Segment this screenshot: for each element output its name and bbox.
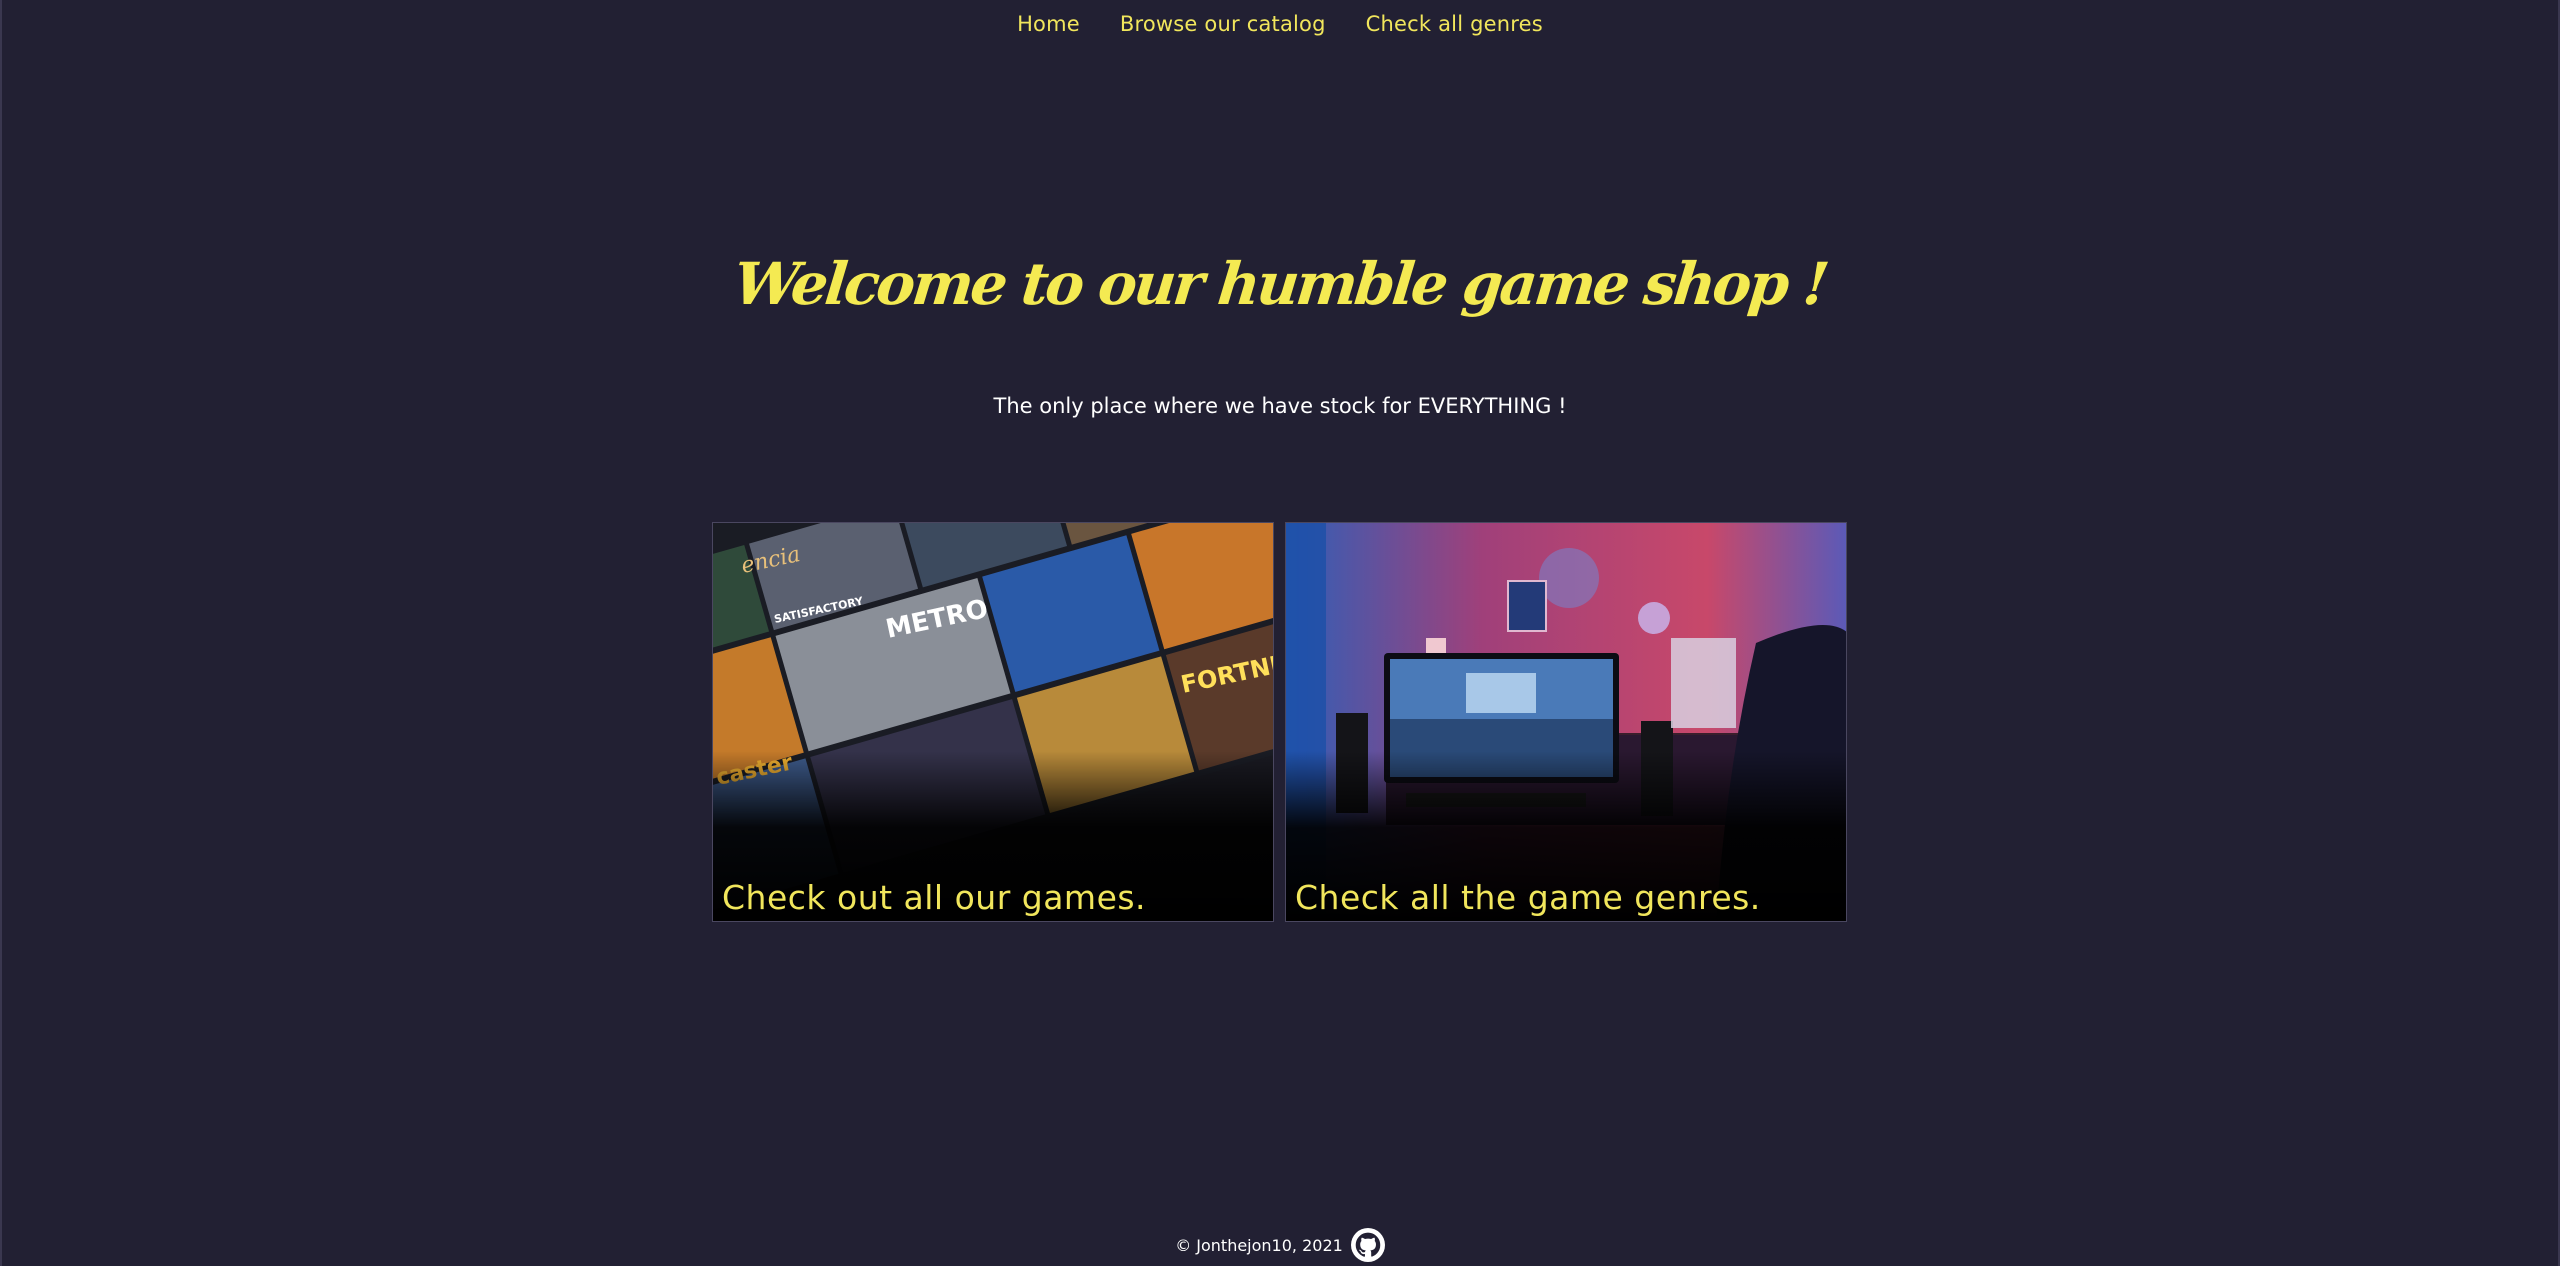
- frame-border-left: [0, 0, 2, 1266]
- copyright-text: © Jonthejon10, 2021: [1175, 1235, 1343, 1255]
- nav-check-genres-link[interactable]: Check all genres: [1366, 8, 1543, 40]
- genres-card-caption: Check all the game genres.: [1295, 878, 1761, 917]
- page-title: Welcome to our humble game shop !: [730, 250, 1830, 318]
- github-icon: [1350, 1228, 1385, 1262]
- games-card[interactable]: encia METRO SATISFACTORY FORTNITE caster…: [712, 522, 1274, 922]
- github-link[interactable]: [1350, 1228, 1385, 1262]
- genres-card[interactable]: Check all the game genres.: [1285, 522, 1847, 922]
- games-card-caption: Check out all our games.: [722, 878, 1147, 917]
- nav-home-link[interactable]: Home: [1017, 8, 1080, 40]
- top-nav: Home Browse our catalog Check all genres: [0, 8, 2560, 40]
- page-subtitle: The only place where we have stock for E…: [993, 394, 1567, 418]
- footer: © Jonthejon10, 2021: [0, 1228, 2560, 1262]
- nav-browse-catalog-link[interactable]: Browse our catalog: [1120, 8, 1326, 40]
